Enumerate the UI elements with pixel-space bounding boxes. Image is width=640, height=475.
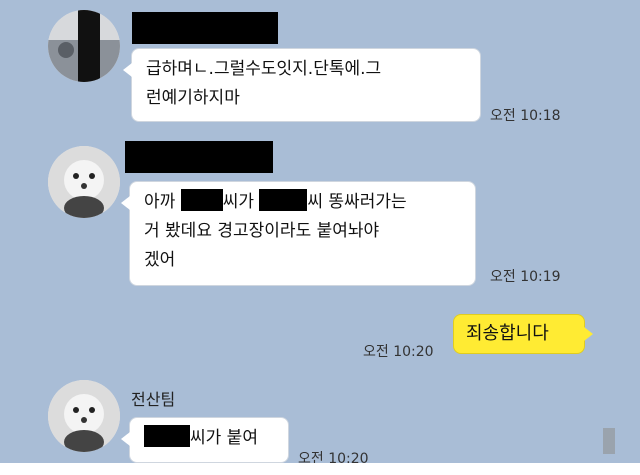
message-line: 아까 씨가 씨 똥싸러가는 [144, 188, 461, 217]
message-text: 씨가 붙여 [190, 428, 258, 448]
message-text: 죄송합니다 [466, 323, 549, 344]
sender-name: 전산팀 [131, 390, 176, 409]
message-line: 런예기하지마 [146, 88, 240, 108]
message-line: 겠어 [144, 250, 176, 270]
dog-avatar-icon [48, 380, 120, 452]
redacted-sender-name [132, 12, 278, 44]
sender-avatar[interactable] [48, 146, 120, 218]
redacted-name [144, 425, 190, 447]
photo-avatar-icon [48, 10, 120, 82]
scrollbar-thumb[interactable] [603, 428, 615, 454]
message-bubble[interactable]: 씨가 붙여 [121, 417, 289, 463]
redacted-sender-name [125, 141, 273, 173]
message-line: 급하며ㄴ.그럴수도잇지.단톡에.그 [146, 59, 382, 79]
message-bubble[interactable]: 아까 씨가 씨 똥싸러가는 거 봤데요 경고장이라도 붙여놔야 겠어 [121, 181, 476, 286]
message-bubble[interactable]: 급하며ㄴ.그럴수도잇지.단톡에.그 런예기하지마 [123, 48, 481, 122]
message-line: 거 봤데요 경고장이라도 붙여놔야 [144, 221, 380, 241]
bottom-edge [0, 463, 640, 475]
message-time: 오전 10:20 [363, 344, 434, 360]
sender-avatar[interactable] [48, 380, 120, 452]
redacted-name [259, 189, 308, 211]
message-time: 오전 10:18 [490, 108, 561, 124]
sender-avatar[interactable] [48, 10, 120, 82]
chat-area: 급하며ㄴ.그럴수도잇지.단톡에.그 런예기하지마 오전 10:18 아까 씨가 … [0, 0, 640, 475]
redacted-name [180, 189, 223, 211]
my-message-bubble[interactable]: 죄송합니다 [453, 314, 593, 354]
message-time: 오전 10:19 [490, 269, 561, 285]
dog-avatar-icon [48, 146, 120, 218]
